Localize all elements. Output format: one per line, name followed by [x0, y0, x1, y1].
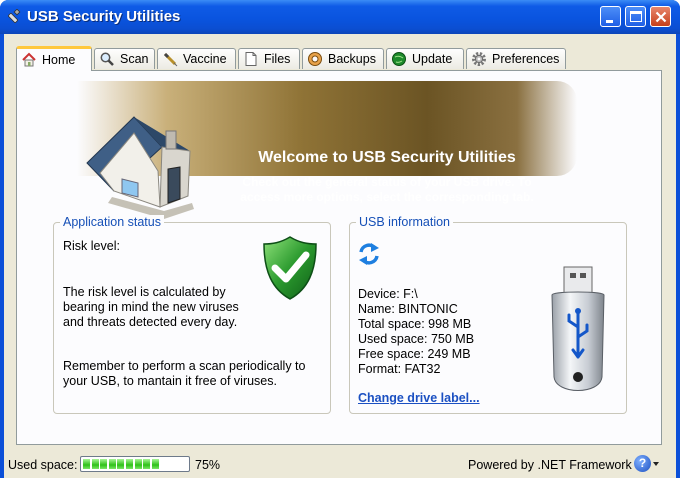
usb-details: Device: F:\ Name: BINTONIC Total space: … — [358, 287, 474, 377]
progress-segment — [151, 459, 159, 469]
gear-icon — [471, 51, 487, 67]
help-icon[interactable]: ? — [634, 455, 651, 472]
status-bar: Used space: 75% Powered by .NET Framewor… — [4, 452, 676, 478]
tab-label: Vaccine — [183, 52, 227, 66]
used-space-label: Used space: — [8, 458, 78, 472]
maximize-icon — [630, 11, 642, 22]
house-illustration — [82, 111, 197, 224]
scan-reminder-line1: Remember to perform a scan periodically … — [63, 359, 306, 373]
document-icon — [243, 51, 259, 67]
application-status-legend: Application status — [60, 215, 164, 229]
progress-segment — [143, 459, 151, 469]
tab-update[interactable]: Update — [386, 48, 464, 69]
shield-check-icon — [262, 235, 318, 304]
syringe-icon — [162, 51, 178, 67]
usb-drive-illustration — [546, 265, 610, 406]
usb-information-group: USB information Device: F:\ Name: BINTON… — [349, 215, 627, 414]
progress-segment — [117, 459, 125, 469]
globe-update-icon — [391, 51, 407, 67]
tab-label: Backups — [328, 52, 376, 66]
welcome-subtitle-line2: access more options, select the correspo… — [240, 190, 534, 204]
usb-app-icon — [6, 8, 22, 25]
welcome-title: Welcome to USB Security Utilities — [258, 149, 516, 166]
home-panel: Welcome to USB Security Utilities Check … — [16, 70, 662, 445]
progress-segment — [83, 459, 90, 469]
scan-reminder-line2: your USB, to mantain it free of viruses. — [63, 374, 277, 388]
close-icon — [655, 11, 667, 23]
risk-description-line2: bearing in mind the new viruses — [63, 300, 239, 314]
client-area: Home Scan Vaccine Files Backups Update P… — [4, 34, 676, 478]
application-status-group: Application status Risk level: The risk … — [53, 215, 331, 414]
tab-vaccine[interactable]: Vaccine — [157, 48, 236, 69]
used-space-value: Used space: 750 MB — [358, 332, 475, 346]
welcome-subtitle-line1: Check out the general status of your USB… — [242, 175, 532, 189]
tab-files[interactable]: Files — [238, 48, 300, 69]
usb-information-legend: USB information — [356, 215, 454, 229]
tab-scan[interactable]: Scan — [94, 48, 155, 69]
format-value: Format: FAT32 — [358, 362, 441, 376]
scan-reminder: Remember to perform a scan periodically … — [63, 359, 305, 389]
tab-label: Scan — [120, 52, 149, 66]
tab-label: Preferences — [492, 52, 560, 66]
progress-segment — [100, 459, 108, 469]
house-icon — [21, 52, 37, 68]
magnifier-icon — [99, 51, 115, 67]
change-drive-label-link[interactable]: Change drive label... — [358, 391, 480, 406]
refresh-icon[interactable] — [358, 241, 380, 270]
progress-segment — [91, 459, 99, 469]
tab-home[interactable]: Home — [16, 46, 92, 71]
progress-segment — [108, 459, 116, 469]
close-button[interactable] — [650, 6, 671, 27]
risk-level-label: Risk level: — [63, 239, 120, 253]
progress-segment — [134, 459, 142, 469]
maximize-button[interactable] — [625, 6, 646, 27]
tab-preferences[interactable]: Preferences — [466, 48, 566, 69]
lifebuoy-icon — [307, 51, 323, 67]
tab-backups[interactable]: Backups — [302, 48, 384, 69]
risk-description-line1: The risk level is calculated by — [63, 285, 226, 299]
device-value: Device: F:\ — [358, 287, 418, 301]
powered-by-label: Powered by .NET Framework — [468, 458, 632, 472]
used-space-progress — [80, 456, 190, 472]
minimize-icon — [606, 20, 613, 23]
window-title: USB Security Utilities — [27, 8, 181, 25]
name-value: Name: BINTONIC — [358, 302, 458, 316]
title-bar[interactable]: USB Security Utilities — [0, 0, 680, 34]
tab-label: Files — [264, 52, 291, 66]
used-space-percent: 75% — [195, 458, 221, 472]
app-window: USB Security Utilities Home Scan Vaccine — [0, 0, 680, 478]
tab-label: Update — [412, 52, 453, 66]
tab-label: Home — [42, 53, 76, 67]
total-space-value: Total space: 998 MB — [358, 317, 472, 331]
progress-segment — [126, 459, 133, 469]
welcome-subtitle: Check out the general status of your USB… — [197, 175, 577, 205]
help-dropdown-arrow-icon[interactable] — [653, 462, 659, 466]
risk-description-line3: and threats detected every day. — [63, 315, 238, 329]
minimize-button[interactable] — [600, 6, 621, 27]
free-space-value: Free space: 249 MB — [358, 347, 471, 361]
risk-description: The risk level is calculated by bearing … — [63, 285, 239, 330]
